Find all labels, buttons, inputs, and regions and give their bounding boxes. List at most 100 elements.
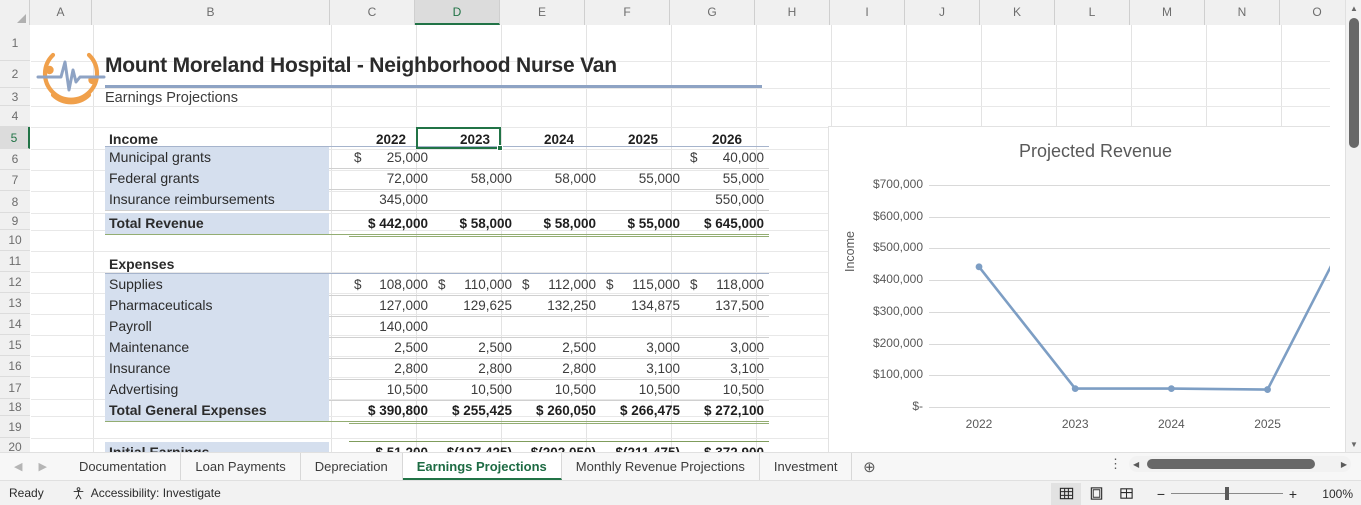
cell-value[interactable]: 55,000 <box>601 168 685 189</box>
row-header-19[interactable]: 19 <box>0 416 30 438</box>
row-header-14[interactable]: 14 <box>0 314 30 335</box>
income-row[interactable]: Insurance reimbursements 345,000 550,000 <box>105 189 769 210</box>
column-header-g[interactable]: G <box>670 0 755 25</box>
row-header-6[interactable]: 6 <box>0 149 30 170</box>
cell-value[interactable] <box>433 316 517 337</box>
cell-value[interactable]: 127,000 <box>349 295 433 316</box>
column-header-i[interactable]: I <box>830 0 905 25</box>
row-header-13[interactable]: 13 <box>0 293 30 314</box>
cell-value[interactable]: $ 255,425 <box>433 400 517 421</box>
cell-value[interactable]: 2,500 <box>349 337 433 358</box>
cell-value[interactable]: 2,800 <box>517 358 601 379</box>
cell-value[interactable] <box>601 189 685 210</box>
cell-value[interactable]: 3,000 <box>685 337 769 358</box>
column-header-d[interactable]: D <box>415 0 500 25</box>
chart-data-point[interactable] <box>1167 385 1175 393</box>
cell-value[interactable]: 10,500 <box>349 379 433 400</box>
sheet-prev-arrow-icon[interactable]: ◀ <box>14 460 22 473</box>
sheet-tab-earnings-projections[interactable]: Earnings Projections <box>402 453 562 480</box>
sheet-tab-monthly-revenue-projections[interactable]: Monthly Revenue Projections <box>562 453 760 480</box>
vertical-scroll-thumb[interactable] <box>1349 18 1359 148</box>
hscroll-left-arrow-icon[interactable]: ◀ <box>1129 460 1143 469</box>
cell-value[interactable]: 10,500 <box>433 379 517 400</box>
column-header-j[interactable]: J <box>905 0 980 25</box>
chart-data-point[interactable] <box>975 263 983 271</box>
cell-value[interactable]: 10,500 <box>517 379 601 400</box>
sheet-tab-documentation[interactable]: Documentation <box>65 453 182 480</box>
row-header-5[interactable]: 5 <box>0 127 30 149</box>
page-layout-view-button[interactable] <box>1081 483 1111 505</box>
zoom-percentage[interactable]: 100% <box>1309 487 1353 501</box>
scroll-up-arrow-icon[interactable]: ▲ <box>1346 0 1361 16</box>
cell-value[interactable]: $(197,425) <box>433 442 517 452</box>
row-header-11[interactable]: 11 <box>0 251 30 272</box>
cell-value[interactable] <box>517 189 601 210</box>
cell-value[interactable]: $112,000 <box>517 274 601 295</box>
cell-value[interactable]: $ 260,050 <box>517 400 601 421</box>
expense-row[interactable]: Pharmaceuticals 127,000 129,625 132,250 134,… <box>105 295 769 316</box>
total-revenue-row[interactable]: Total Revenue $ 442,000 $ 58,000 $ 58,000 $ … <box>105 213 769 234</box>
row-header-12[interactable]: 12 <box>0 272 30 293</box>
cell-value[interactable]: 58,000 <box>433 168 517 189</box>
cell-value[interactable]: 3,100 <box>601 358 685 379</box>
column-header-o[interactable]: O <box>1280 0 1355 25</box>
zoom-slider[interactable] <box>1171 487 1283 500</box>
cell-value[interactable]: $ 55,000 <box>601 213 685 234</box>
row-header-10[interactable]: 10 <box>0 230 30 251</box>
column-header-l[interactable]: L <box>1055 0 1130 25</box>
horizontal-scroll-thumb[interactable] <box>1147 459 1315 469</box>
expense-row[interactable]: Supplies $108,000 $110,000 $112,000 $115,000… <box>105 274 769 295</box>
cell-value[interactable] <box>517 316 601 337</box>
column-header-e[interactable]: E <box>500 0 585 25</box>
cell-value[interactable]: $115,000 <box>601 274 685 295</box>
scroll-down-arrow-icon[interactable]: ▼ <box>1346 436 1361 452</box>
cell-value[interactable]: 132,250 <box>517 295 601 316</box>
chart-data-point[interactable] <box>1071 385 1079 393</box>
column-header-m[interactable]: M <box>1130 0 1205 25</box>
cell-value[interactable]: $25,000 <box>349 147 433 168</box>
column-header-k[interactable]: K <box>980 0 1055 25</box>
expense-row[interactable]: Insurance 2,800 2,800 2,800 3,100 3,100 <box>105 358 769 379</box>
initial-earnings-row[interactable]: Initial Earnings $ 51,200$(197,425)$(202,… <box>105 442 769 452</box>
income-row[interactable]: Municipal grants $25,000 $40,000 <box>105 147 769 168</box>
zoom-in-button[interactable]: + <box>1283 486 1303 502</box>
cell-value[interactable]: $ 645,000 <box>685 213 769 234</box>
cell-value[interactable]: 2,500 <box>433 337 517 358</box>
cell-value[interactable] <box>601 316 685 337</box>
row-header-16[interactable]: 16 <box>0 356 30 377</box>
cell-value[interactable]: $ 58,000 <box>517 213 601 234</box>
projected-revenue-chart[interactable]: Projected Revenue Income $- $100,000 $200,… <box>828 126 1330 452</box>
cell-value[interactable]: 10,500 <box>685 379 769 400</box>
cell-value[interactable] <box>433 189 517 210</box>
expenses-header-row[interactable]: Expenses <box>105 254 329 275</box>
column-header-n[interactable]: N <box>1205 0 1280 25</box>
cell-value[interactable] <box>517 147 601 168</box>
horizontal-scrollbar[interactable]: ◀ ▶ <box>1129 456 1351 472</box>
cell-value[interactable]: $110,000 <box>433 274 517 295</box>
expense-row[interactable]: Advertising 10,500 10,500 10,500 10,500 10,50… <box>105 379 769 400</box>
cell-value[interactable]: $40,000 <box>685 147 769 168</box>
column-header-f[interactable]: F <box>585 0 670 25</box>
cell-value[interactable]: $ 372,900 <box>685 442 769 452</box>
cell-value[interactable]: 550,000 <box>685 189 769 210</box>
sheet-tab-depreciation[interactable]: Depreciation <box>301 453 403 480</box>
cell-value[interactable]: 2,500 <box>517 337 601 358</box>
hscroll-right-arrow-icon[interactable]: ▶ <box>1337 460 1351 469</box>
row-header-9[interactable]: 9 <box>0 213 30 230</box>
row-header-8[interactable]: 8 <box>0 191 30 213</box>
zoom-slider-knob[interactable] <box>1225 487 1229 500</box>
expense-row[interactable]: Maintenance 2,500 2,500 2,500 3,000 3,000 <box>105 337 769 358</box>
chart-data-point[interactable] <box>1264 386 1271 393</box>
cell-value[interactable]: $ 272,100 <box>685 400 769 421</box>
cell-value[interactable]: 3,000 <box>601 337 685 358</box>
row-header-1[interactable]: 1 <box>0 25 30 61</box>
column-header-c[interactable]: C <box>330 0 415 25</box>
sheet-tab-investment[interactable]: Investment <box>760 453 853 480</box>
cell-value[interactable]: $ 442,000 <box>349 213 433 234</box>
cell-value[interactable]: $(202,050) <box>517 442 601 452</box>
normal-view-button[interactable] <box>1051 482 1081 505</box>
cell-value[interactable]: $ 390,800 <box>349 400 433 421</box>
cell-value[interactable]: $118,000 <box>685 274 769 295</box>
cell-value[interactable]: 10,500 <box>601 379 685 400</box>
sheet-tab-loan-payments[interactable]: Loan Payments <box>181 453 301 480</box>
